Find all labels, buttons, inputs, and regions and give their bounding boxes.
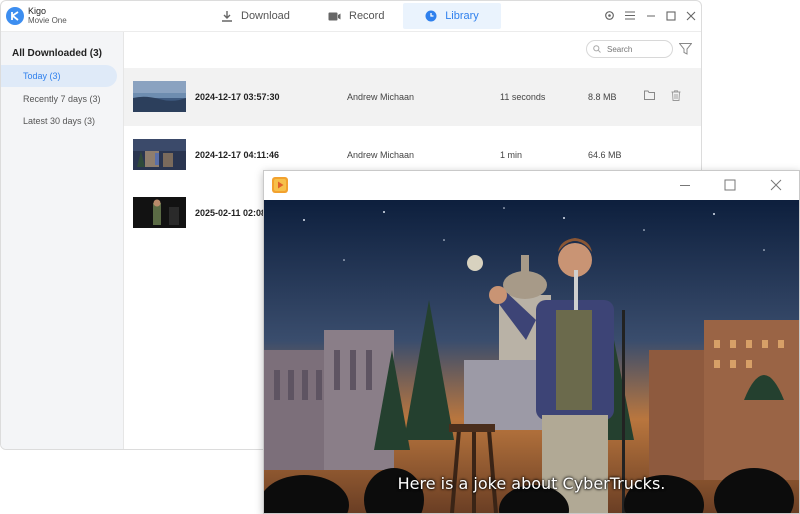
player-maximize-icon[interactable] bbox=[723, 178, 737, 192]
search-icon bbox=[593, 45, 601, 53]
video-thumbnail[interactable] bbox=[133, 197, 186, 228]
tab-record[interactable]: Record bbox=[328, 3, 398, 29]
search-input[interactable] bbox=[605, 43, 669, 55]
title-bar: Kigo Movie One Download Record Library bbox=[1, 1, 701, 32]
video-frame[interactable]: Here is a joke about CyberTrucks. bbox=[264, 200, 799, 513]
video-thumbnail[interactable] bbox=[133, 139, 186, 170]
sidebar-item-label: Recently 7 days (3) bbox=[23, 94, 101, 104]
minimize-icon[interactable] bbox=[644, 9, 657, 22]
video-scene bbox=[264, 200, 799, 513]
player-app-icon bbox=[272, 177, 288, 193]
file-size: 64.6 MB bbox=[588, 150, 622, 160]
sidebar-item-label: Today (3) bbox=[23, 71, 61, 81]
filter-icon[interactable] bbox=[678, 42, 693, 60]
close-icon[interactable] bbox=[684, 9, 697, 22]
sidebar: All Downloaded (3) Today (3) Recently 7 … bbox=[1, 32, 124, 449]
brand-name: Kigo Movie One bbox=[28, 6, 67, 26]
library-row[interactable]: 2024-12-17 03:57:30 Andrew Michaan 11 se… bbox=[124, 68, 701, 126]
kigo-logo bbox=[6, 7, 24, 25]
delete-icon[interactable] bbox=[671, 90, 681, 103]
maximize-icon[interactable] bbox=[664, 9, 677, 22]
search-box[interactable] bbox=[586, 40, 673, 58]
tab-download[interactable]: Download bbox=[221, 3, 321, 29]
tab-library-label: Library bbox=[445, 10, 479, 22]
tab-download-label: Download bbox=[241, 10, 290, 22]
download-date: 2024-12-17 03:57:30 bbox=[195, 92, 280, 102]
video-author: Andrew Michaan bbox=[347, 150, 415, 160]
file-size: 8.8 MB bbox=[588, 92, 617, 102]
tab-record-label: Record bbox=[349, 10, 385, 22]
player-title-bar bbox=[264, 171, 799, 200]
download-date: 2024-12-17 04:11:46 bbox=[195, 150, 280, 160]
sidebar-item-recent-7-days[interactable]: Recently 7 days (3) bbox=[1, 88, 123, 110]
folder-icon[interactable] bbox=[644, 90, 655, 102]
sidebar-item-today[interactable]: Today (3) bbox=[1, 65, 117, 87]
sidebar-header[interactable]: All Downloaded (3) bbox=[12, 48, 102, 59]
player-minimize-icon[interactable] bbox=[678, 178, 692, 192]
sidebar-item-latest-30-days[interactable]: Latest 30 days (3) bbox=[1, 110, 123, 132]
camera-icon bbox=[328, 12, 341, 20]
video-thumbnail[interactable] bbox=[133, 81, 186, 112]
clock-icon bbox=[425, 10, 437, 22]
settings-icon[interactable] bbox=[603, 9, 616, 22]
video-subtitle: Here is a joke about CyberTrucks. bbox=[397, 474, 666, 493]
tab-library[interactable]: Library bbox=[403, 3, 501, 29]
brand-line-2: Movie One bbox=[28, 16, 67, 25]
download-date: 2025-02-11 02:08 bbox=[195, 208, 267, 218]
menu-icon[interactable] bbox=[623, 9, 636, 22]
brand-line-1: Kigo bbox=[28, 6, 47, 16]
video-author: Andrew Michaan bbox=[347, 92, 415, 102]
video-player-window: Here is a joke about CyberTrucks. bbox=[263, 170, 800, 514]
download-icon bbox=[222, 11, 232, 22]
video-duration: 11 seconds bbox=[500, 92, 546, 102]
player-close-icon[interactable] bbox=[769, 178, 783, 192]
sidebar-item-label: Latest 30 days (3) bbox=[23, 116, 96, 126]
video-duration: 1 min bbox=[500, 150, 523, 160]
